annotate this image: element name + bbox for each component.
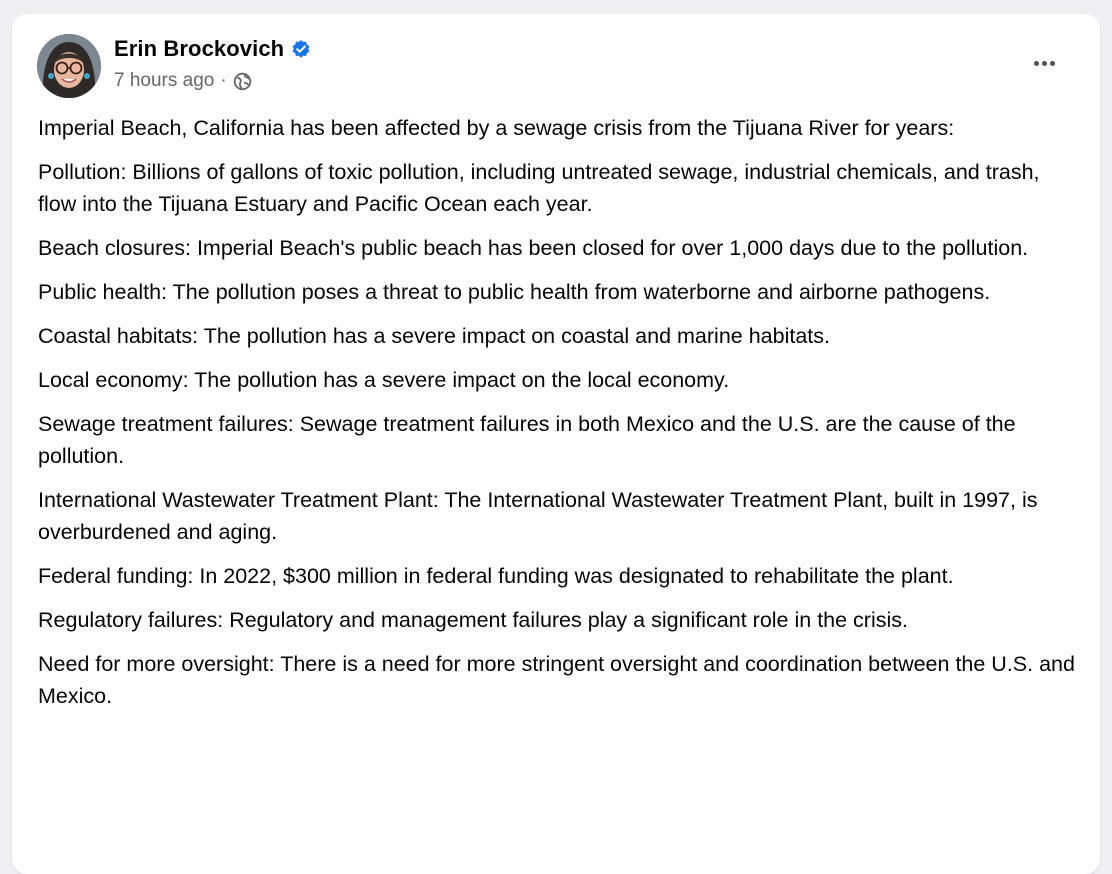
more-dot <box>1049 60 1055 66</box>
post-paragraph: Need for more oversight: There is a need… <box>38 652 1075 708</box>
post-paragraph: Beach closures: Imperial Beach's public … <box>38 236 1029 260</box>
verified-badge-icon <box>291 39 311 59</box>
post-paragraph: Sewage treatment failures: Sewage treatm… <box>38 412 1016 468</box>
post-meta: 7 hours ago · <box>114 70 252 92</box>
post-paragraph: International Wastewater Treatment Plant… <box>38 488 1038 544</box>
post-paragraph: Imperial Beach, California has been affe… <box>38 116 955 140</box>
more-options-icon[interactable] <box>1026 48 1062 78</box>
post-paragraph: Pollution: Billions of gallons of toxic … <box>38 160 1040 216</box>
post-paragraph: Regulatory failures: Regulatory and mana… <box>38 608 908 632</box>
avatar[interactable] <box>37 34 101 98</box>
author-name[interactable]: Erin Brockovich <box>114 36 284 62</box>
more-dot <box>1041 60 1047 66</box>
post-paragraph: Coastal habitats: The pollution has a se… <box>38 324 830 348</box>
globe-icon[interactable] <box>233 72 252 91</box>
post-paragraph: Public health: The pollution poses a thr… <box>38 280 991 304</box>
post-paragraph: Local economy: The pollution has a sever… <box>38 368 730 392</box>
avatar-image <box>37 34 101 98</box>
author-row: Erin Brockovich <box>114 36 311 62</box>
post-paragraph: Federal funding: In 2022, $300 million i… <box>38 564 954 588</box>
more-dot <box>1033 60 1039 66</box>
post-body: Imperial Beach, California has been affe… <box>38 112 1078 724</box>
post-card: Erin Brockovich 7 hours ago · Imperial B… <box>12 14 1100 874</box>
post-timestamp[interactable]: 7 hours ago <box>114 70 214 92</box>
meta-separator: · <box>220 70 227 91</box>
